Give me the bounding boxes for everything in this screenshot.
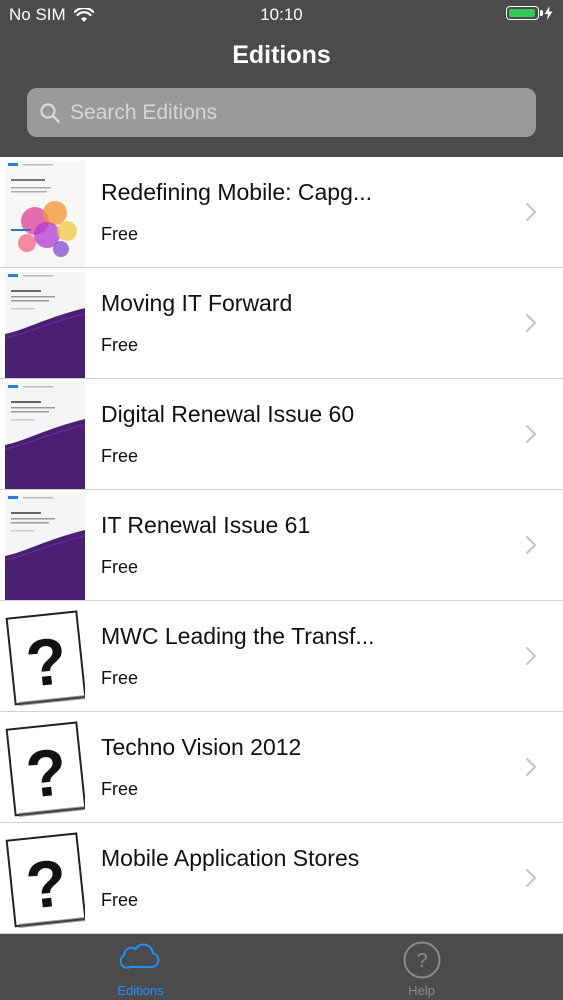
edition-row[interactable]: IT Renewal Issue 61 Free: [0, 490, 563, 601]
chevron-right-icon: [525, 424, 537, 444]
edition-price: Free: [101, 224, 139, 244]
edition-cover-image: [5, 383, 85, 489]
editions-list: Redefining Mobile: Capg... Free Moving IT …: [0, 157, 563, 934]
svg-text:?: ?: [22, 734, 70, 812]
chevron-right-icon: [525, 313, 537, 333]
chevron-right-icon: [525, 535, 537, 555]
edition-row[interactable]: Redefining Mobile: Capg... Free: [0, 157, 563, 268]
svg-text:?: ?: [22, 845, 70, 923]
edition-row[interactable]: ? Mobile Application Stores Free: [0, 823, 563, 934]
edition-cover-image: [5, 272, 85, 378]
battery-group: [506, 6, 553, 20]
page-title: Editions: [232, 41, 331, 69]
edition-price: Free: [101, 557, 139, 577]
edition-price: Free: [101, 890, 139, 910]
edition-cover: [5, 383, 85, 489]
tab-help-label: Help: [408, 983, 435, 998]
edition-row[interactable]: Moving IT Forward Free: [0, 268, 563, 379]
chevron-right-icon: [525, 202, 537, 222]
tab-editions[interactable]: Editions: [0, 934, 281, 1000]
edition-title: Moving IT Forward: [101, 290, 293, 316]
battery-level: [509, 9, 535, 17]
search-bar[interactable]: [27, 88, 536, 137]
editions-screen: No SIM 10:10 Editions Search Editions Re…: [0, 0, 563, 1000]
chevron-right-icon: [525, 868, 537, 888]
status-bar: No SIM 10:10: [0, 0, 563, 30]
question-mark-placeholder-icon: ?: [5, 605, 85, 711]
svg-text:?: ?: [416, 950, 427, 972]
edition-cover-image: [5, 161, 85, 267]
svg-text:?: ?: [22, 623, 70, 701]
tab-help[interactable]: ? Help: [281, 934, 562, 1000]
search-input[interactable]: [68, 99, 512, 126]
edition-title: Digital Renewal Issue 60: [101, 401, 355, 427]
question-mark-placeholder-icon: ?: [5, 827, 85, 933]
edition-cover: [5, 161, 85, 267]
edition-cover: ?: [5, 716, 85, 822]
edition-price: Free: [101, 335, 139, 355]
status-time: 10:10: [260, 5, 303, 24]
edition-cover: [5, 272, 85, 378]
question-mark-placeholder-icon: ?: [5, 716, 85, 822]
edition-title: IT Renewal Issue 61: [101, 512, 311, 538]
search-icon: [40, 102, 60, 123]
edition-title: MWC Leading the Transf...: [101, 623, 375, 649]
help-icon: ?: [403, 941, 440, 979]
edition-cover: ?: [5, 827, 85, 933]
tab-bar: Editions ? Help: [0, 934, 563, 1000]
edition-title: Mobile Application Stores: [101, 845, 360, 871]
edition-price: Free: [101, 779, 139, 799]
edition-row[interactable]: Digital Renewal Issue 60 Free: [0, 379, 563, 490]
battery-icon: [506, 6, 543, 20]
edition-cover: [5, 494, 85, 600]
edition-row[interactable]: ? MWC Leading the Transf... Free: [0, 601, 563, 712]
cloud-icon: [119, 943, 159, 969]
edition-title: Redefining Mobile: Capg...: [101, 179, 373, 205]
edition-row[interactable]: ? Techno Vision 2012 Free: [0, 712, 563, 823]
edition-cover-image: [5, 494, 85, 600]
edition-price: Free: [101, 668, 139, 688]
charging-bolt-icon: [544, 6, 553, 20]
tab-editions-label: Editions: [117, 983, 164, 998]
chevron-right-icon: [525, 757, 537, 777]
chevron-right-icon: [525, 646, 537, 666]
navigation-header: No SIM 10:10 Editions: [0, 0, 563, 157]
edition-price: Free: [101, 446, 139, 466]
battery-tip: [540, 10, 543, 16]
edition-cover: ?: [5, 605, 85, 711]
edition-title: Techno Vision 2012: [101, 734, 302, 760]
